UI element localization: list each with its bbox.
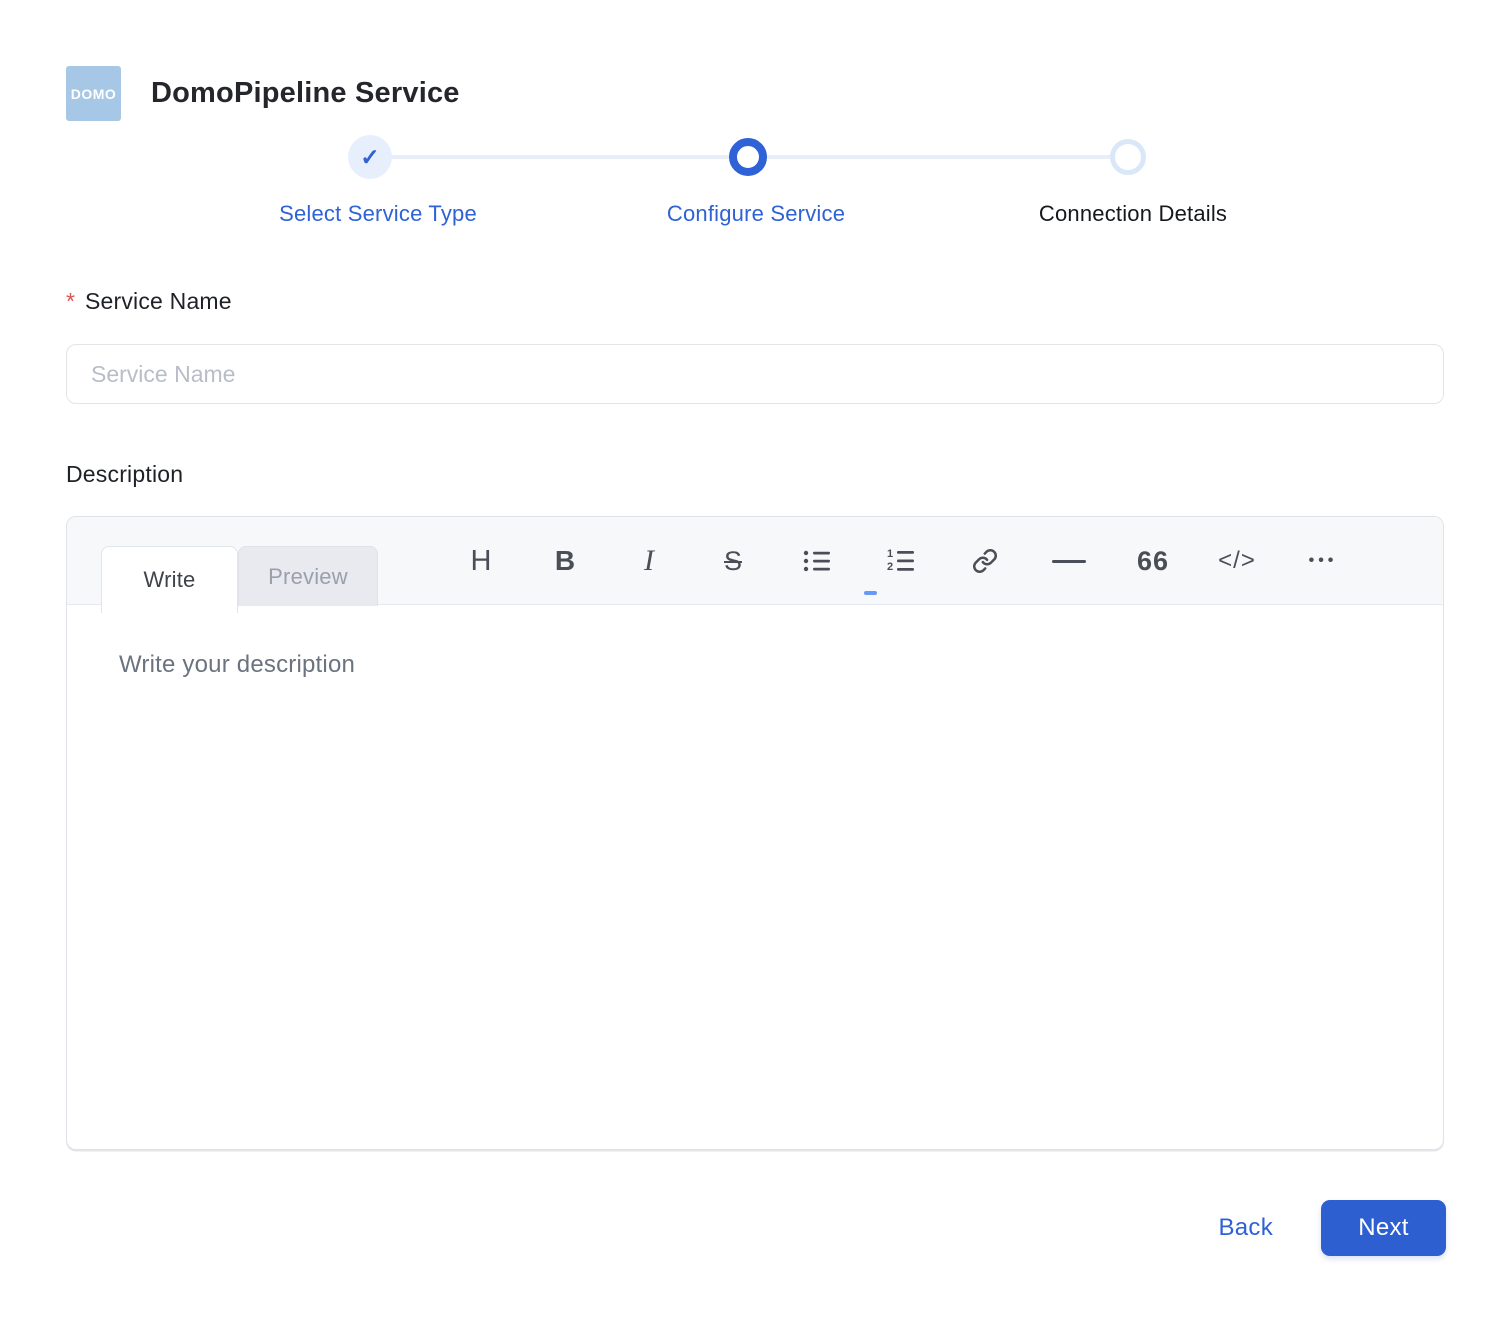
toolbar-more-button[interactable]: ••• [1279,517,1363,605]
back-button[interactable]: Back [1218,1214,1273,1242]
service-name-input[interactable] [66,344,1444,404]
toolbar-unordered-list-button[interactable] [775,517,859,605]
service-name-label: Service Name [84,288,232,314]
svg-text:1: 1 [887,548,893,560]
toolbar-link-button[interactable] [943,517,1027,605]
footer-actions: Back Next [66,1200,1446,1256]
more-options-icon: ••• [1308,552,1338,569]
toolbar-strikethrough-button[interactable]: S [691,517,775,605]
italic-icon: I [644,544,654,577]
next-button[interactable]: Next [1321,1200,1446,1256]
tab-write-label: Write [143,567,196,592]
editor-body [67,605,1443,1150]
heading-icon: H [470,544,492,577]
horizontal-rule-icon [1052,559,1086,563]
stray-blue-mark [864,591,877,595]
step-label-configure-service[interactable]: Configure Service [667,201,845,227]
description-textarea[interactable] [67,605,1443,1150]
svg-text:2: 2 [887,561,893,573]
page: DOMO DomoPipeline Service ✓ Select Servi… [0,0,1506,1330]
toolbar-quote-button[interactable]: 66 [1111,517,1195,605]
toolbar-bold-button[interactable]: B [523,517,607,605]
step-completed-circle[interactable]: ✓ [348,135,392,179]
toolbar-heading-button[interactable]: H [439,517,523,605]
ordered-list-icon: 1 2 [887,548,914,573]
page-title: DomoPipeline Service [151,77,460,109]
quote-icon: 66 [1136,545,1170,576]
app-header: DOMO DomoPipeline Service [66,66,460,121]
required-asterisk: * [66,288,75,314]
tab-preview[interactable]: Preview [238,546,378,606]
description-label: Description [66,461,184,487]
toolbar-horizontal-rule-button[interactable] [1027,517,1111,605]
step-label-select-service-type[interactable]: Select Service Type [279,201,477,227]
tab-preview-label: Preview [268,563,348,589]
editor-toolbar: H B I S 1 2 66 </> ••• [439,517,1363,605]
stepper: ✓ Select Service Type Configure Service … [66,130,1444,240]
description-label-row: Description [66,461,183,488]
domo-logo-text: DOMO [70,85,117,102]
service-name-label-row: * Service Name [66,288,232,315]
editor-header: Write Preview H B I S 1 2 66 </> ••• [67,517,1443,613]
tab-write[interactable]: Write [101,546,238,613]
strikethrough-icon: S [723,545,742,576]
step-label-connection-details[interactable]: Connection Details [1039,201,1227,227]
step-upcoming-circle[interactable] [1110,139,1146,175]
check-icon: ✓ [360,143,380,170]
toolbar-italic-button[interactable]: I [607,517,691,605]
link-icon [973,549,997,573]
bold-icon: B [554,545,576,576]
code-icon: </> [1218,547,1256,574]
description-editor: Write Preview H B I S 1 2 66 </> ••• Wri… [66,516,1444,1150]
domo-logo: DOMO [66,66,121,121]
unordered-list-icon [803,550,830,572]
step-current-circle[interactable] [729,138,767,176]
toolbar-code-button[interactable]: </> [1195,517,1279,605]
